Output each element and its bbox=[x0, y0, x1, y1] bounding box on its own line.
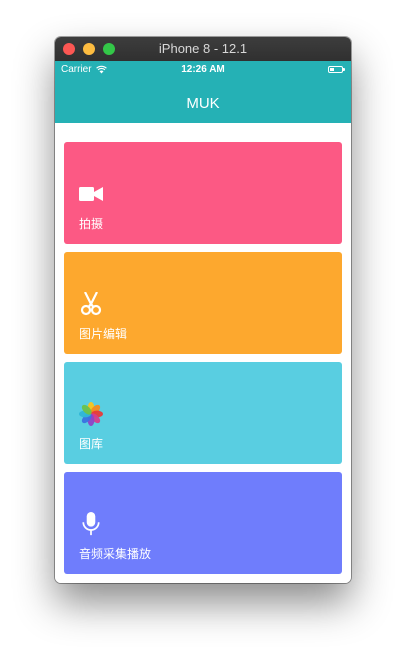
card-capture[interactable]: 拍摄 bbox=[64, 142, 342, 244]
photos-icon bbox=[79, 402, 103, 426]
window-titlebar[interactable]: iPhone 8 - 12.1 bbox=[55, 37, 351, 61]
simulator-window: iPhone 8 - 12.1 Carrier 12:26 AM MUK 拍摄 bbox=[55, 37, 351, 583]
battery-icon bbox=[328, 66, 345, 73]
card-label-capture: 拍摄 bbox=[79, 217, 104, 231]
card-label-image-edit: 图片编辑 bbox=[79, 327, 128, 341]
card-label-gallery: 图库 bbox=[79, 437, 104, 451]
scissors-icon bbox=[80, 292, 102, 316]
zoom-window-button[interactable] bbox=[103, 43, 115, 55]
status-bar: Carrier 12:26 AM bbox=[55, 61, 351, 79]
close-window-button[interactable] bbox=[63, 43, 75, 55]
app-title: MUK bbox=[186, 95, 220, 112]
status-time: 12:26 AM bbox=[181, 64, 225, 75]
video-camera-icon bbox=[79, 187, 103, 201]
card-audio[interactable]: 音频采集播放 bbox=[64, 472, 342, 574]
minimize-window-button[interactable] bbox=[83, 43, 95, 55]
microphone-icon bbox=[82, 512, 100, 536]
card-label-audio: 音频采集播放 bbox=[79, 547, 152, 561]
menu-list: 拍摄 图片编辑 图库 音频采集播放 bbox=[55, 123, 351, 583]
window-title: iPhone 8 - 12.1 bbox=[158, 41, 248, 56]
card-gallery[interactable]: 图库 bbox=[64, 362, 342, 464]
card-image-edit[interactable]: 图片编辑 bbox=[64, 252, 342, 354]
